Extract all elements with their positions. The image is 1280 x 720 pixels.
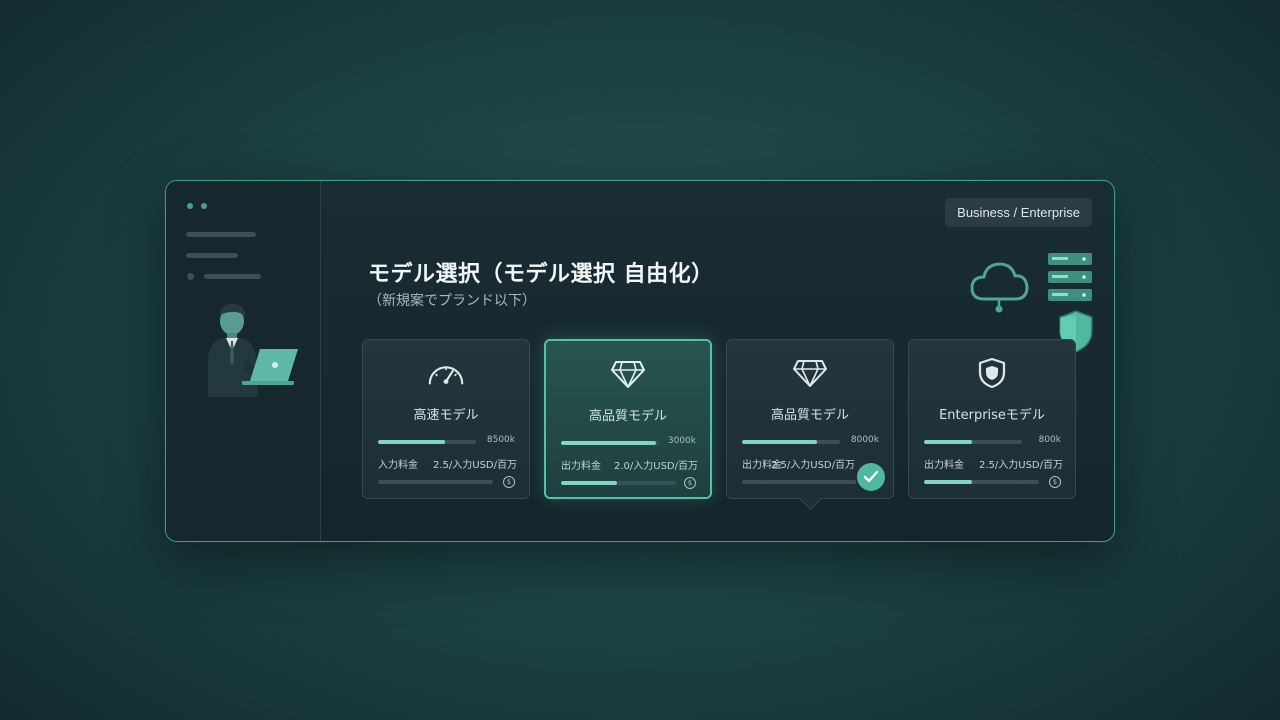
- price-label: 入力料金: [378, 460, 418, 471]
- cost-bar: [561, 481, 676, 485]
- sidebar-bullet: [187, 273, 194, 280]
- coin-icon: $: [684, 477, 696, 489]
- plan-badge[interactable]: Business / Enterprise: [945, 198, 1092, 227]
- model-name: 高速モデル: [413, 408, 479, 423]
- model-name: 高品質モデル: [588, 409, 667, 424]
- sidebar: [166, 181, 321, 541]
- usage-bar: [561, 441, 659, 445]
- tooltip-pointer: [799, 488, 822, 511]
- coin-icon: $: [1049, 476, 1061, 488]
- sidebar-item-placeholder[interactable]: [186, 232, 256, 237]
- diamond-icon: [608, 357, 648, 391]
- speedometer-icon: [426, 356, 466, 390]
- context-metric: 8000k: [850, 435, 879, 445]
- page-title: モデル選択（モデル選択 自由化）: [368, 262, 714, 287]
- sidebar-item-placeholder[interactable]: [186, 253, 238, 258]
- usage-bar-fill: [378, 440, 445, 444]
- usage-bar: [924, 440, 1022, 444]
- usage-bar-fill: [561, 441, 657, 445]
- cost-bar-fill: [924, 480, 973, 484]
- checkmark-icon[interactable]: [857, 463, 885, 491]
- price-value: 2.5/入力USD/百万: [978, 460, 1063, 471]
- window-dot[interactable]: [201, 203, 207, 209]
- server-rack-icon: [1048, 253, 1092, 301]
- price-label: 出力料金: [924, 460, 964, 471]
- model-name: Enterpriseモデル: [939, 408, 1045, 423]
- price-value: 2.5/入力USD/百万: [770, 460, 855, 471]
- model-card-fast[interactable]: 高速モデル 8500k 入力料金 2.5/入力USD/百万 $: [362, 339, 530, 499]
- model-card-high-quality-checked[interactable]: 高品質モデル 8000k 出力料金 2.5/入力USD/百万: [726, 339, 894, 511]
- context-metric: 3000k: [667, 436, 696, 446]
- window-dot[interactable]: [187, 203, 193, 209]
- sidebar-item-placeholder[interactable]: [204, 274, 261, 279]
- context-metric: 800k: [1038, 435, 1061, 445]
- shield-icon: [972, 356, 1012, 390]
- model-card-high-quality-selected[interactable]: 高品質モデル 3000k 出力料金 2.0/入力USD/百万 $: [544, 339, 712, 499]
- usage-bar: [742, 440, 840, 444]
- cost-bar: [378, 480, 493, 484]
- context-metric: 8500k: [486, 435, 515, 445]
- person-laptop-illustration: [208, 303, 298, 397]
- price-value: 2.5/入力USD/百万: [432, 460, 517, 471]
- usage-bar: [378, 440, 476, 444]
- page-subtitle: （新規案でプランド以下）: [368, 293, 536, 309]
- model-card-list: 高速モデル 8500k 入力料金 2.5/入力USD/百万 $ 高品質モデル 3…: [362, 339, 1076, 511]
- price-value: 2.0/入力USD/百万: [613, 461, 698, 472]
- window-dots: [187, 203, 207, 209]
- usage-bar-fill: [924, 440, 973, 444]
- model-name: 高品質モデル: [770, 408, 849, 423]
- cost-bar-fill: [561, 481, 618, 485]
- cloud-icon: [970, 262, 1029, 301]
- diamond-icon: [790, 356, 830, 390]
- usage-bar-fill: [742, 440, 818, 444]
- app-window: Business / Enterprise モデル選択（モデル選択 自由化） （…: [165, 180, 1115, 542]
- cost-bar: [742, 480, 857, 484]
- model-card-enterprise[interactable]: Enterpriseモデル 800k 出力料金 2.5/入力USD/百万 $: [908, 339, 1076, 499]
- price-label: 出力料金: [561, 461, 601, 472]
- coin-icon: $: [503, 476, 515, 488]
- cost-bar: [924, 480, 1039, 484]
